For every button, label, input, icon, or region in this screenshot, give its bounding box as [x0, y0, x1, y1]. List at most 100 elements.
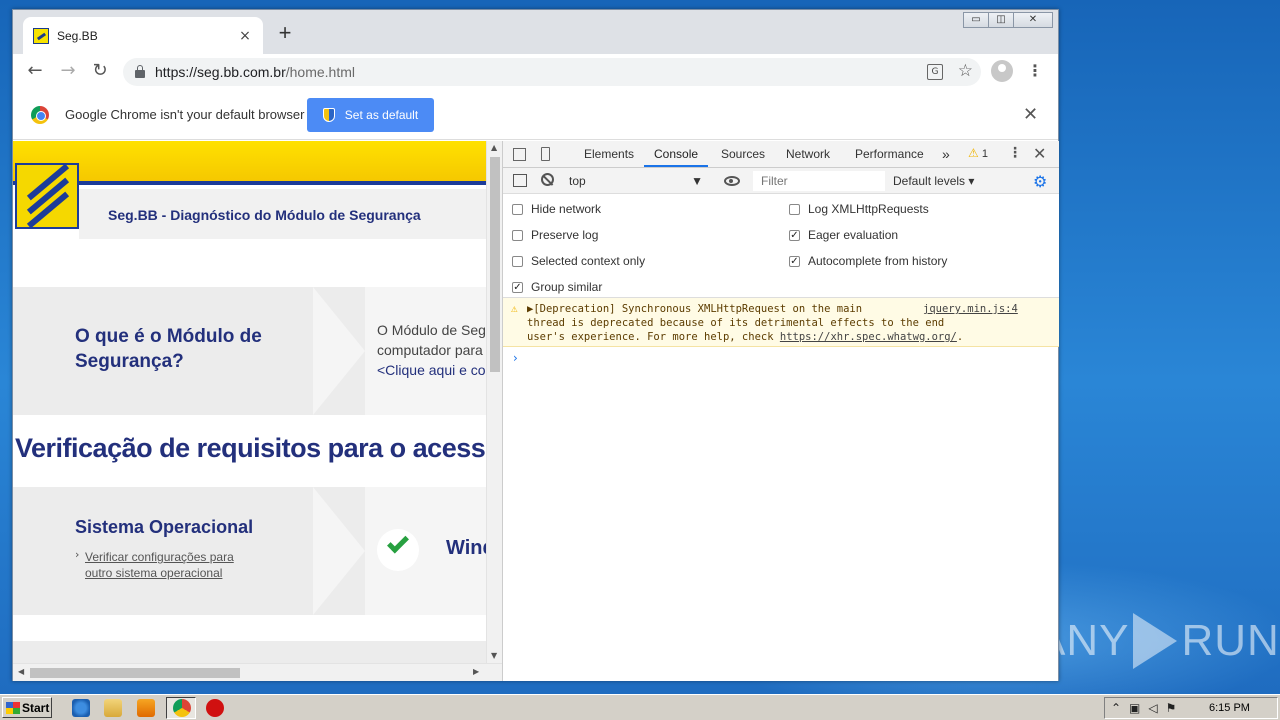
chevron-right-icon: ›: [75, 548, 80, 561]
click-here-link[interactable]: <Clique aqui e co: [377, 362, 486, 378]
minimize-button[interactable]: ▭: [963, 12, 989, 28]
message-source-link[interactable]: jquery.min.js:4: [923, 302, 1018, 316]
hide-network-option[interactable]: Hide network: [512, 202, 601, 216]
other-os-link[interactable]: Verificar configurações para outro siste…: [85, 549, 255, 581]
log-xhr-option[interactable]: Log XMLHttpRequests: [789, 202, 929, 216]
warning-icon: ⚠: [511, 302, 518, 315]
chrome-window: Seg.BB × + ▭ ◫ ✕ ← → ↻ https://seg.bb.co…: [12, 9, 1059, 681]
inspect-element-icon[interactable]: [513, 148, 526, 161]
console-prompt[interactable]: ›: [513, 351, 518, 365]
device-toolbar-icon[interactable]: [541, 147, 550, 161]
windows-taskbar: Start ⌃▣◁⚑ 6:15 PM: [0, 694, 1280, 720]
url-path: /home.html: [285, 64, 355, 80]
restore-button[interactable]: ◫: [988, 12, 1014, 28]
warning-text[interactable]: ▶[Deprecation] Synchronous XMLHttpReques…: [527, 302, 963, 344]
address-bar[interactable]: https://seg.bb.com.br/home.html G ☆: [123, 58, 981, 86]
live-expression-eye-icon[interactable]: [724, 176, 740, 186]
checkmark-icon: [387, 531, 409, 554]
page-title: Seg.BB - Diagnóstico do Módulo de Segura…: [108, 207, 421, 223]
tab-elements[interactable]: Elements: [584, 141, 634, 167]
translate-icon[interactable]: G: [927, 64, 943, 80]
scroll-down-icon[interactable]: ▼: [491, 651, 497, 660]
back-button[interactable]: ←: [23, 60, 47, 84]
console-filter-input[interactable]: [753, 171, 885, 191]
checkbox[interactable]: [512, 255, 523, 267]
horizontal-scrollbar[interactable]: ◀ ▶: [13, 663, 502, 681]
warning-line: thread is deprecated because of its detr…: [527, 317, 945, 329]
chrome-taskbar-button[interactable]: [166, 697, 196, 719]
module-description-line: computador para: [377, 342, 483, 358]
warning-counter[interactable]: ⚠ 1: [968, 146, 988, 160]
vertical-scrollbar[interactable]: ▲ ▼: [486, 141, 502, 663]
set-as-default-button[interactable]: Set as default: [307, 98, 434, 132]
browser-toolbar: ← → ↻ https://seg.bb.com.br/home.html G …: [13, 54, 1058, 90]
browser-tab[interactable]: Seg.BB ×: [23, 17, 263, 54]
tab-sources[interactable]: Sources: [721, 141, 765, 167]
checkbox-checked[interactable]: ✓: [789, 255, 800, 267]
anyrun-watermark: ANY RUN: [1036, 606, 1279, 676]
warning-line-end: .: [956, 331, 964, 343]
tray-icons[interactable]: ⌃▣◁⚑: [1111, 701, 1184, 715]
infobar-close-button[interactable]: ✕: [1023, 104, 1038, 125]
forward-button[interactable]: →: [56, 60, 80, 84]
chrome-icon: [173, 699, 191, 717]
internet-explorer-icon[interactable]: [72, 699, 90, 717]
log-levels-dropdown[interactable]: Default levels ▾: [893, 170, 974, 192]
media-player-icon[interactable]: [137, 699, 155, 717]
devtools-tabbar: Elements Console Sources Network Perform…: [503, 141, 1059, 168]
tab-performance[interactable]: Performance: [855, 141, 924, 167]
profile-avatar[interactable]: [991, 60, 1013, 82]
title-bar: Seg.BB × + ▭ ◫ ✕: [13, 10, 1058, 54]
horizontal-scroll-thumb[interactable]: [30, 668, 240, 678]
scroll-left-icon[interactable]: ◀: [18, 667, 24, 676]
scroll-up-icon[interactable]: ▲: [491, 143, 497, 152]
scroll-right-icon[interactable]: ▶: [473, 667, 479, 676]
chrome-menu-icon[interactable]: ⋮: [1027, 60, 1043, 84]
devtools-close-icon[interactable]: ✕: [1033, 144, 1046, 163]
preserve-log-option[interactable]: Preserve log: [512, 228, 598, 242]
checkbox[interactable]: [512, 229, 523, 241]
windows-logo-icon: [6, 701, 20, 714]
checkbox[interactable]: [512, 203, 523, 215]
warning-line: ▶[Deprecation] Synchronous XMLHttpReques…: [527, 303, 863, 315]
eager-evaluation-option[interactable]: ✓ Eager evaluation: [789, 228, 898, 242]
autocomplete-history-option[interactable]: ✓ Autocomplete from history: [789, 254, 947, 268]
devtools-panel: Elements Console Sources Network Perform…: [502, 141, 1059, 681]
opera-icon[interactable]: [206, 699, 224, 717]
console-settings: Hide network Preserve log Selected conte…: [503, 194, 1059, 298]
clear-console-icon[interactable]: [541, 173, 554, 186]
banco-do-brasil-logo: [15, 163, 79, 229]
what-is-module-heading: O que é o Módulo de Segurança?: [75, 326, 262, 372]
module-description-line: O Módulo de Seg: [377, 322, 486, 338]
chevron-down-icon: ▼: [691, 174, 703, 188]
selected-context-option[interactable]: Selected context only: [512, 254, 645, 268]
xhr-spec-link[interactable]: https://xhr.spec.whatwg.org/: [780, 331, 957, 343]
vertical-scroll-thumb[interactable]: [490, 157, 500, 372]
tab-network[interactable]: Network: [786, 141, 830, 167]
console-warning-message: ⚠ ▶[Deprecation] Synchronous XMLHttpRequ…: [503, 298, 1059, 347]
window-close-button[interactable]: ✕: [1013, 12, 1053, 28]
devtools-menu-icon[interactable]: ⋮: [1008, 145, 1022, 161]
checkbox-checked[interactable]: ✓: [512, 281, 523, 293]
tab-close-button[interactable]: ×: [237, 28, 253, 44]
gear-icon[interactable]: ⚙: [1033, 172, 1047, 191]
checkbox[interactable]: [789, 203, 800, 215]
reload-button[interactable]: ↻: [88, 60, 112, 84]
context-value: top: [569, 174, 586, 188]
option-label: Hide network: [531, 202, 602, 216]
more-tabs-button[interactable]: »: [942, 141, 950, 167]
bookmark-star-icon[interactable]: ☆: [958, 61, 973, 81]
new-tab-button[interactable]: +: [273, 22, 297, 46]
lock-icon: [135, 65, 145, 78]
console-sidebar-icon[interactable]: [513, 174, 527, 187]
tab-console[interactable]: Console: [644, 141, 709, 167]
option-label: Preserve log: [531, 228, 599, 242]
group-similar-option[interactable]: ✓ Group similar: [512, 280, 602, 294]
default-browser-infobar: Google Chrome isn't your default browser…: [13, 90, 1058, 140]
context-selector[interactable]: top ▼: [569, 170, 709, 192]
infobar-message: Google Chrome isn't your default browser: [65, 107, 305, 122]
checkbox-checked[interactable]: ✓: [789, 229, 800, 241]
file-explorer-icon[interactable]: [104, 699, 122, 717]
section-arrow: [313, 287, 365, 415]
start-button[interactable]: Start: [2, 697, 52, 718]
